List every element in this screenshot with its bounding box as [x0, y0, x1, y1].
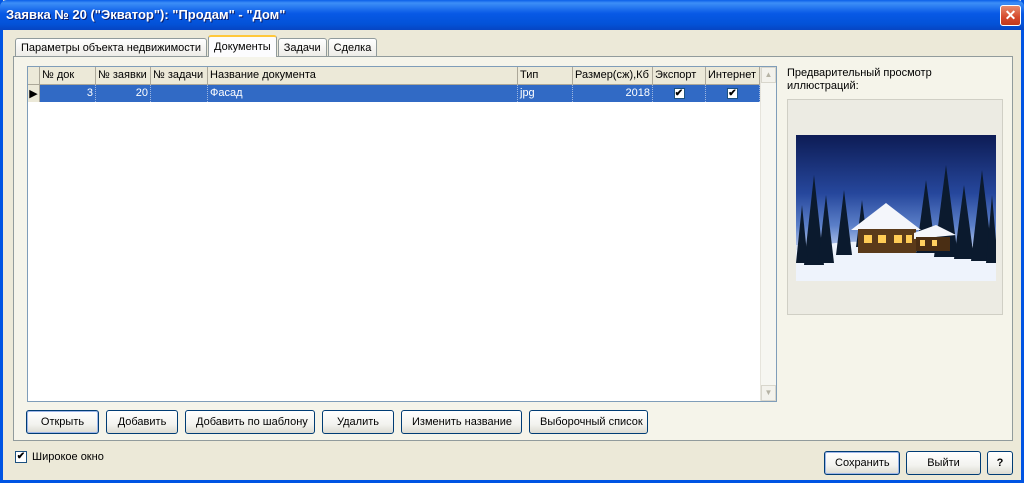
column-header-doc-name[interactable]: Название документа: [208, 67, 518, 85]
wide-window-option[interactable]: ✔ Широкое окно: [15, 451, 104, 463]
scroll-up-icon[interactable]: ▲: [761, 67, 776, 83]
open-button[interactable]: Открыть: [26, 410, 99, 434]
close-button[interactable]: ✕: [1000, 5, 1021, 26]
title-bar[interactable]: Заявка № 20 ("Экватор"): "Продам" - "Дом…: [0, 0, 1024, 30]
column-header-export[interactable]: Экспорт: [653, 67, 706, 85]
cell-size[interactable]: 2018: [573, 85, 653, 102]
column-header-task-no[interactable]: № задачи: [151, 67, 208, 85]
column-header-size[interactable]: Размер(сж),Кб: [573, 67, 653, 85]
column-header-doc-no[interactable]: № док: [40, 67, 96, 85]
delete-button[interactable]: Удалить: [322, 410, 394, 434]
help-button[interactable]: ?: [987, 451, 1013, 475]
cell-export[interactable]: ✔: [653, 85, 706, 102]
tab-documents[interactable]: Документы: [208, 35, 277, 57]
cell-task-no[interactable]: [151, 85, 208, 102]
documents-panel: № док № заявки № задачи Название докумен…: [13, 56, 1013, 441]
select-list-button[interactable]: Выборочный список: [529, 410, 648, 434]
cell-doc-name[interactable]: Фасад: [208, 85, 518, 102]
column-header-internet[interactable]: Интернет: [706, 67, 760, 85]
table-row[interactable]: ▶ 3 20 Фасад jpg 2018 ✔ ✔: [28, 85, 760, 102]
preview-frame: [787, 99, 1003, 315]
add-button[interactable]: Добавить: [106, 410, 178, 434]
cell-type[interactable]: jpg: [518, 85, 573, 102]
tab-strip: Параметры объекта недвижимости Документы…: [15, 35, 378, 57]
dialog-actions: Сохранить Выйти ?: [818, 451, 1013, 475]
preview-label: Предварительный просмотр иллюстраций:: [787, 67, 932, 92]
save-button[interactable]: Сохранить: [824, 451, 900, 475]
grid-vertical-scrollbar[interactable]: ▲ ▼: [760, 67, 776, 401]
grid-header: № док № заявки № задачи Название докумен…: [28, 67, 760, 85]
exit-button[interactable]: Выйти: [906, 451, 981, 475]
row-indicator-icon: ▶: [28, 85, 40, 102]
tab-property-params[interactable]: Параметры объекта недвижимости: [15, 38, 207, 57]
rename-button[interactable]: Изменить название: [401, 410, 522, 434]
cell-doc-no[interactable]: 3: [40, 85, 96, 102]
add-by-template-button[interactable]: Добавить по шаблону: [185, 410, 315, 434]
wide-window-checkbox[interactable]: ✔: [15, 451, 27, 463]
internet-checkbox[interactable]: ✔: [727, 88, 738, 99]
wide-window-label: Широкое окно: [32, 451, 104, 463]
row-indicator-header: [28, 67, 40, 85]
documents-grid[interactable]: № док № заявки № задачи Название докумен…: [27, 66, 777, 402]
column-header-type[interactable]: Тип: [518, 67, 573, 85]
export-checkbox[interactable]: ✔: [673, 88, 685, 99]
winter-house-picture: [796, 165, 996, 281]
tab-tasks[interactable]: Задачи: [277, 38, 327, 57]
document-actions: Открыть Добавить Добавить по шаблону Уда…: [26, 410, 655, 434]
close-icon: ✕: [1004, 7, 1017, 23]
scroll-down-icon[interactable]: ▼: [761, 385, 776, 401]
cell-internet[interactable]: ✔: [706, 85, 760, 102]
window-title: Заявка № 20 ("Экватор"): "Продам" - "Дом…: [6, 7, 286, 22]
column-header-request-no[interactable]: № заявки: [96, 67, 151, 85]
cell-request-no[interactable]: 20: [96, 85, 151, 102]
dialog-window: Заявка № 20 ("Экватор"): "Продам" - "Дом…: [0, 0, 1024, 483]
preview-image: [796, 135, 996, 281]
tab-deal[interactable]: Сделка: [327, 38, 378, 57]
